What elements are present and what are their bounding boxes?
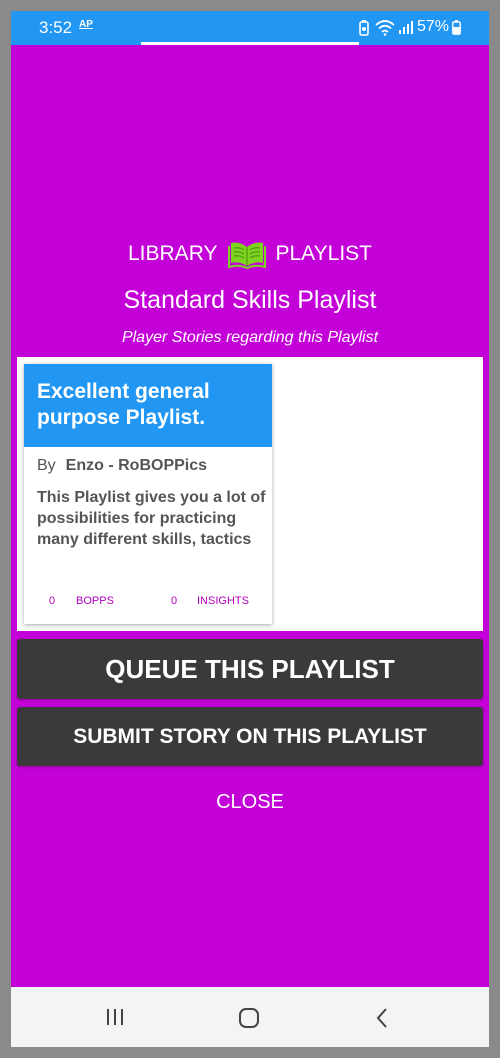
- back-icon[interactable]: [375, 1007, 389, 1029]
- library-label: LIBRARY: [128, 242, 218, 265]
- library-playlist-header: LIBRARY PLAYLIST: [11, 238, 489, 270]
- status-time: 3:52: [39, 18, 73, 37]
- home-icon[interactable]: [238, 1007, 260, 1029]
- phone-screen: 3:52 AP 57% LIBRARY PLAYLIST Standard Sk…: [11, 11, 489, 1047]
- loading-progress-line: [141, 42, 359, 45]
- status-bar: 3:52 AP 57%: [11, 11, 489, 45]
- stories-panel[interactable]: Excellent general purpose Playlist. By En…: [17, 357, 483, 631]
- insights-label[interactable]: INSIGHTS: [197, 595, 249, 607]
- story-author: Enzo - RoBOPPics: [65, 457, 208, 474]
- insights-count: 0: [171, 595, 178, 607]
- story-card-title: Excellent general purpose Playlist.: [24, 364, 272, 447]
- playlist-title: Standard Skills Playlist: [123, 286, 377, 314]
- open-book-icon: [227, 242, 266, 269]
- bopps-label[interactable]: BOPPS: [76, 595, 114, 607]
- close-button[interactable]: CLOSE: [11, 791, 489, 814]
- battery-percent: 57%: [417, 18, 450, 35]
- playlist-label: PLAYLIST: [275, 242, 373, 265]
- story-card-footer: 0 BOPPS 0 INSIGHTS: [24, 592, 272, 612]
- story-card-byline: By Enzo - RoBOPPics: [37, 457, 207, 475]
- battery-icon: [452, 20, 461, 35]
- system-nav-bar: [11, 987, 489, 1047]
- recents-icon[interactable]: [105, 1007, 125, 1027]
- wifi-icon: [375, 20, 395, 36]
- signal-icon: [399, 21, 413, 34]
- story-card[interactable]: Excellent general purpose Playlist. By En…: [24, 364, 272, 624]
- bopps-count: 0: [49, 595, 56, 607]
- ap-news-icon: AP: [79, 19, 93, 30]
- story-card-body: This Playlist gives you a lot of possibi…: [37, 489, 266, 548]
- by-label: By: [37, 457, 56, 474]
- stories-subtitle: Player Stories regarding this Playlist: [121, 329, 379, 346]
- queue-playlist-button[interactable]: QUEUE THIS PLAYLIST: [17, 639, 483, 699]
- submit-story-button[interactable]: SUBMIT STORY ON THIS PLAYLIST: [17, 707, 483, 766]
- battery-saver-icon: [359, 20, 369, 36]
